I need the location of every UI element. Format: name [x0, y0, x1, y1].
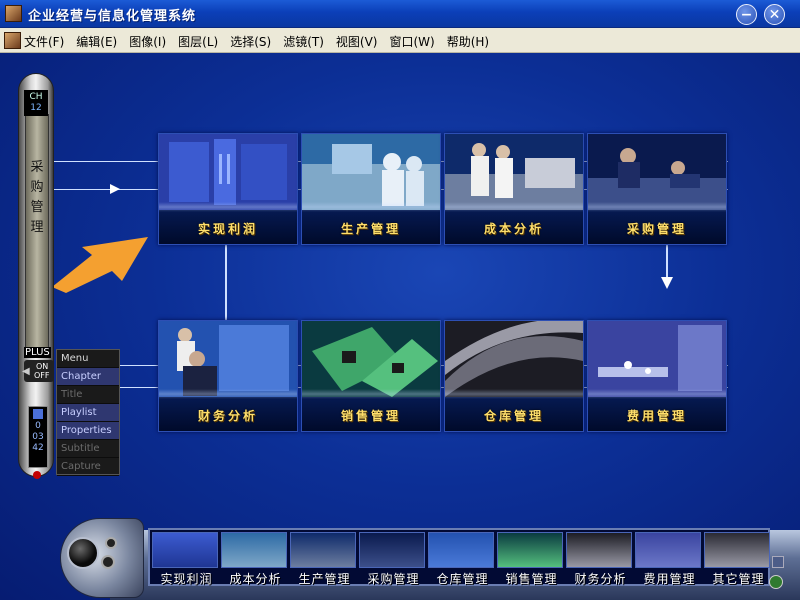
menu-bar: 文件(F) 编辑(E) 图像(I) 图层(L) 选择(S) 滤镜(T) 视图(V…	[0, 28, 800, 53]
tile-production[interactable]: 生产管理	[301, 133, 441, 245]
app-icon[interactable]	[5, 5, 22, 22]
dock-button[interactable]	[105, 537, 117, 549]
menu-select[interactable]: 选择(S)	[230, 33, 271, 50]
lens-icon[interactable]	[67, 537, 99, 569]
tile-image	[445, 321, 583, 397]
connector-line	[225, 243, 227, 321]
player-menu: Menu Chapter Title Playlist Properties S…	[56, 349, 120, 476]
channel-display: CH 12	[24, 90, 48, 116]
menu-item-menu[interactable]: Menu	[57, 350, 119, 368]
tile-label: 成本分析	[483, 222, 544, 236]
dock-thumb[interactable]	[359, 532, 425, 568]
tile-image	[159, 321, 297, 397]
pillar-title: 采购管理	[30, 160, 44, 235]
arrow-right-icon	[110, 184, 120, 194]
chevron-left-icon: ◀	[22, 366, 30, 377]
menu-item-subtitle[interactable]: Subtitle	[57, 440, 119, 458]
menu-file[interactable]: 文件(F)	[24, 33, 64, 50]
dock-item-label[interactable]: 仓库管理	[428, 570, 497, 587]
tile-warehouse[interactable]: 仓库管理	[444, 320, 584, 432]
window-title: 企业经营与信息化管理系统	[28, 9, 197, 24]
tile-image	[302, 321, 440, 397]
tile-realized-profit[interactable]: 实现利润	[158, 133, 298, 245]
title-bar: 企业经营与信息化管理系统 − ✕	[0, 0, 800, 28]
dock-button[interactable]	[101, 555, 115, 569]
dock-thumb[interactable]	[428, 532, 494, 568]
tile-label: 销售管理	[340, 409, 401, 423]
tile-label: 生产管理	[340, 222, 401, 236]
dock-item-label[interactable]: 其它管理	[704, 570, 773, 587]
menu-view[interactable]: 视图(V)	[336, 33, 378, 50]
tile-financial-analysis[interactable]: 财务分析	[158, 320, 298, 432]
tile-image	[302, 134, 440, 210]
dock-thumb[interactable]	[635, 532, 701, 568]
dock-thumb[interactable]	[290, 532, 356, 568]
dock-track: 实现利润 成本分析 生产管理 采购管理 仓库管理 销售管理 财务分析 费用管理 …	[148, 528, 770, 586]
dock-scroll-up[interactable]	[772, 556, 784, 568]
menu-filter[interactable]: 滤镜(T)	[283, 33, 324, 50]
tile-label: 费用管理	[626, 409, 687, 423]
pause-icon[interactable]	[33, 409, 43, 419]
record-indicator	[33, 471, 41, 479]
tile-label: 财务分析	[197, 409, 258, 423]
tile-image	[588, 134, 726, 210]
power-toggle[interactable]: ◀ ON OFF	[22, 360, 54, 382]
menu-image[interactable]: 图像(I)	[129, 33, 166, 50]
tile-image	[159, 134, 297, 210]
dock-pod	[60, 518, 144, 598]
bottom-dock: 实现利润 成本分析 生产管理 采购管理 仓库管理 销售管理 财务分析 费用管理 …	[60, 508, 800, 600]
orange-arrow-icon	[52, 237, 148, 293]
counter-display: 0 03 42	[28, 406, 48, 468]
tile-image	[445, 134, 583, 210]
tile-expense[interactable]: 费用管理	[587, 320, 727, 432]
document-icon[interactable]	[4, 32, 21, 49]
dock-item-label[interactable]: 财务分析	[566, 570, 635, 587]
dock-thumb[interactable]	[566, 532, 632, 568]
dock-thumb[interactable]	[704, 532, 770, 568]
menu-item-capture[interactable]: Capture	[57, 458, 119, 476]
tile-label: 实现利润	[197, 222, 258, 236]
dock-thumb[interactable]	[221, 532, 287, 568]
menu-item-properties[interactable]: Properties	[57, 422, 119, 440]
tile-label: 采购管理	[626, 222, 687, 236]
close-button[interactable]: ✕	[764, 4, 785, 25]
plus-label: PLUS	[24, 347, 51, 358]
menu-item-playlist[interactable]: Playlist	[57, 404, 119, 422]
main-canvas: 实现利润 生产管理 成本分析 采购管理 财务分析 销售管理 仓库管理 费用管理 …	[0, 53, 800, 600]
menu-items: 文件(F) 编辑(E) 图像(I) 图层(L) 选择(S) 滤镜(T) 视图(V…	[24, 33, 501, 50]
menu-item-title[interactable]: Title	[57, 386, 119, 404]
menu-window[interactable]: 窗口(W)	[389, 33, 434, 50]
arrow-down-icon	[661, 277, 673, 289]
dock-item-label[interactable]: 采购管理	[359, 570, 428, 587]
dock-thumb[interactable]	[152, 532, 218, 568]
dock-item-label[interactable]: 实现利润	[152, 570, 221, 587]
dock-item-label[interactable]: 费用管理	[635, 570, 704, 587]
menu-help[interactable]: 帮助(H)	[447, 33, 489, 50]
menu-item-chapter[interactable]: Chapter	[57, 368, 119, 386]
dock-thumb[interactable]	[497, 532, 563, 568]
dock-item-label[interactable]: 成本分析	[221, 570, 290, 587]
menu-layer[interactable]: 图层(L)	[178, 33, 218, 50]
tile-purchasing[interactable]: 采购管理	[587, 133, 727, 245]
tile-cost-analysis[interactable]: 成本分析	[444, 133, 584, 245]
tile-label: 仓库管理	[483, 409, 544, 423]
dock-item-label[interactable]: 生产管理	[290, 570, 359, 587]
tile-image	[588, 321, 726, 397]
tile-sales[interactable]: 销售管理	[301, 320, 441, 432]
dock-scroll-down[interactable]	[769, 575, 783, 589]
menu-edit[interactable]: 编辑(E)	[76, 33, 117, 50]
minimize-button[interactable]: −	[736, 4, 757, 25]
dock-item-label[interactable]: 销售管理	[497, 570, 566, 587]
